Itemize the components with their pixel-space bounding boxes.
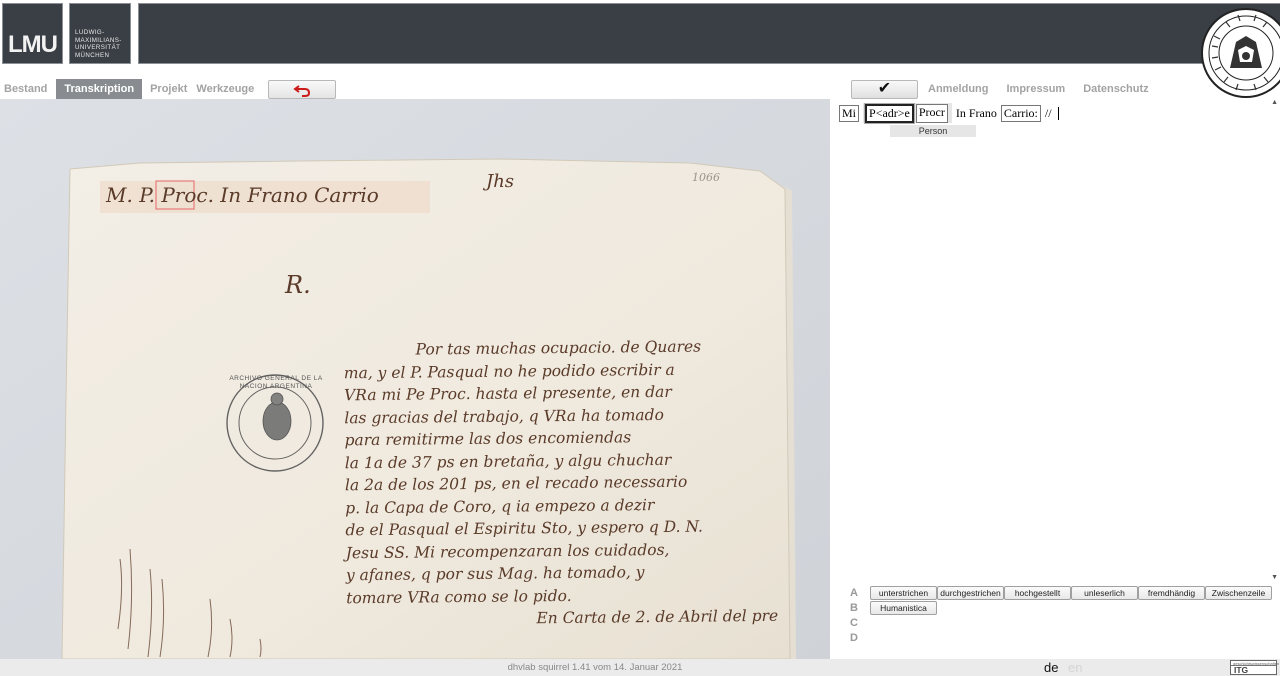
tab-bestand[interactable]: Bestand — [0, 79, 52, 99]
document-body: Por tas muchas ocupacio. de Quares ma, y… — [343, 335, 786, 632]
header-bar: LMU LUDWIG- MAXIMILIANS- UNIVERSITÄT MÜN… — [0, 0, 1280, 74]
meta-nav: Anmeldung Impressum Datenschutz — [928, 80, 1167, 99]
university-name-line: MÜNCHEN — [75, 51, 110, 59]
token-plain[interactable]: In Frano — [956, 106, 997, 121]
document-page-number: 1066 — [692, 171, 720, 184]
confirm-button[interactable]: ✔ — [851, 80, 918, 99]
university-seal-icon — [1201, 8, 1280, 98]
toolbar-row-label: A — [850, 587, 858, 599]
markup-toolbar: A B C D unterstrichen durchgestrichen ho… — [833, 584, 1280, 658]
undo-button[interactable] — [268, 80, 336, 99]
version-text: dhvlab squirrel 1.41 vom 14. Januar 2021 — [507, 662, 683, 673]
token-box[interactable]: Procr — [915, 104, 948, 123]
humanistica-button[interactable]: Humanistica — [870, 601, 937, 615]
document-heading-line: M. P. Proc. In Frano Carrio — [106, 183, 379, 207]
language-en-link[interactable]: en — [1068, 660, 1082, 675]
editor-scrollbar[interactable]: ▲ ▼ — [1269, 99, 1280, 581]
token-plain[interactable]: // — [1045, 106, 1052, 121]
document-salutation: R. — [285, 271, 311, 299]
university-name-line: UNIVERSITÄT — [75, 44, 121, 51]
tab-werkzeuge[interactable]: Werkzeuge — [192, 79, 259, 99]
document-sigil: Jhs — [486, 171, 515, 192]
token-box[interactable]: Mi — [839, 104, 860, 122]
main-nav: Bestand Transkription Projekt Werkzeuge — [0, 79, 259, 99]
toolbar-row-label: C — [850, 617, 858, 629]
toolbar-row-label: D — [850, 632, 858, 644]
text-cursor — [1057, 106, 1059, 120]
itg-logo-text: ITG — [1234, 665, 1249, 675]
toolbar-row-label: B — [850, 602, 858, 614]
itg-logo[interactable]: geschichtswissenschaften ITG — [1230, 660, 1279, 675]
checkmark-icon: ✔ — [877, 80, 892, 97]
archive-stamp-text: ARCHIVO GENERAL DE LA NACION ARGENTINA — [229, 375, 323, 390]
illegible-button[interactable]: unleserlich — [1071, 586, 1138, 600]
tab-projekt[interactable]: Projekt — [146, 79, 192, 99]
footer: dhvlab squirrel 1.41 vom 14. Januar 2021… — [0, 659, 1280, 676]
interlinear-button[interactable]: Zwischenzeile — [1205, 586, 1272, 600]
token-selected[interactable]: P<adr>e — [865, 104, 914, 123]
margin-notes-image — [117, 548, 262, 658]
link-anmeldung[interactable]: Anmeldung — [928, 80, 989, 99]
scroll-down-icon[interactable]: ▼ — [1271, 574, 1278, 581]
document-body-line: En Carta de 2. de Abril del pre — [536, 606, 779, 628]
university-name-line: MAXIMILIANS- — [75, 36, 122, 44]
undo-arrow-icon — [293, 85, 311, 97]
header-banner — [138, 3, 1280, 64]
annotation-label: Person — [890, 125, 977, 137]
tab-transkription[interactable]: Transkription — [56, 79, 143, 99]
token-box[interactable]: Carrio: — [1000, 104, 1041, 122]
language-de-link[interactable]: de — [1044, 660, 1058, 675]
link-datenschutz[interactable]: Datenschutz — [1083, 80, 1148, 99]
underline-button[interactable]: unterstrichen — [870, 586, 937, 600]
transcription-editor[interactable]: Mi P<adr>e Procr Person In Frano Carrio:… — [833, 99, 1280, 581]
lmu-logo[interactable]: LMU — [2, 3, 63, 64]
university-name-logo: LUDWIG- MAXIMILIANS- UNIVERSITÄT MÜNCHEN — [69, 3, 131, 64]
transcription-line[interactable]: Mi P<adr>e Procr Person In Frano Carrio:… — [839, 103, 1059, 137]
other-hand-button[interactable]: fremdhändig — [1138, 586, 1205, 600]
manuscript-image-viewer[interactable]: M. P. Proc. In Frano Carrio Jhs 1066 R. … — [0, 99, 830, 659]
superscript-button[interactable]: hochgestellt — [1004, 586, 1071, 600]
annotated-token-group[interactable]: P<adr>e Procr Person — [863, 103, 977, 137]
link-impressum[interactable]: Impressum — [1007, 80, 1066, 99]
scroll-up-icon[interactable]: ▲ — [1271, 99, 1278, 106]
university-name-line: LUDWIG- — [75, 29, 105, 36]
strikethrough-button[interactable]: durchgestrichen — [937, 586, 1004, 600]
lmu-logo-text: LMU — [8, 31, 58, 58]
